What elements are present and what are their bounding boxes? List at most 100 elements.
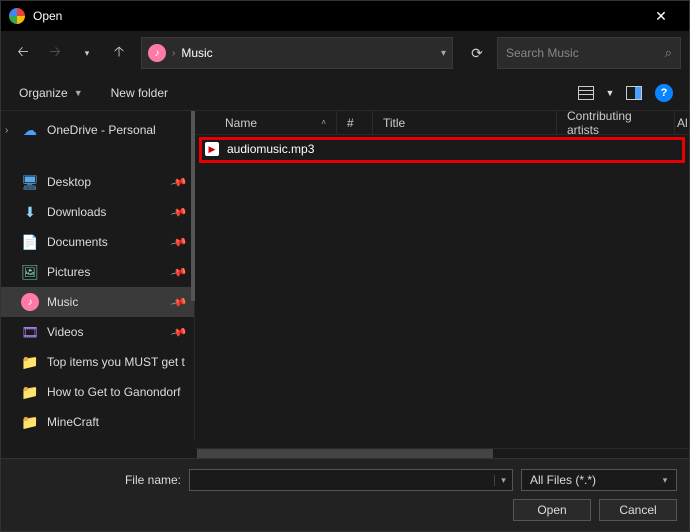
filename-combobox[interactable]: ▾ <box>189 469 513 491</box>
filename-row: File name: ▾ All Files (*.*) ▾ <box>13 469 677 491</box>
search-icon[interactable]: ⌕ <box>665 45 672 61</box>
new-folder-label: New folder <box>111 86 168 100</box>
refresh-button[interactable]: ⟳ <box>461 37 493 69</box>
column-artists[interactable]: Contributing artists <box>557 111 675 134</box>
column-clipped[interactable]: Al <box>675 111 689 134</box>
download-icon: ⬇ <box>21 203 39 221</box>
sidebar-item-label: How to Get to Ganondorf <box>47 385 186 399</box>
file-row[interactable]: ▶ audiomusic.mp3 <box>195 137 689 161</box>
pin-icon: 📌 <box>170 323 188 341</box>
column-headers: Name ˄ # Title Contributing artists Al <box>195 111 689 135</box>
back-button[interactable]: 🡠 <box>9 39 37 67</box>
pin-icon: 📌 <box>170 203 188 221</box>
recent-dropdown[interactable]: ▾ <box>73 39 101 67</box>
up-button[interactable]: 🡡 <box>105 39 133 67</box>
pictures-icon: 🖼 <box>21 263 39 281</box>
pin-icon: 📌 <box>170 293 188 311</box>
sidebar-gap <box>1 145 194 167</box>
navbar: 🡠 🡢 ▾ 🡡 ♪ › Music ▾ ⟳ ⌕ <box>1 31 689 75</box>
help-icon: ? <box>655 84 673 102</box>
preview-pane-button[interactable] <box>621 80 647 106</box>
forward-button[interactable]: 🡢 <box>41 39 69 67</box>
chevron-right-icon: › <box>172 48 175 59</box>
filename-dropdown[interactable]: ▾ <box>494 475 512 486</box>
column-title[interactable]: Title <box>373 111 557 134</box>
chrome-icon <box>9 8 25 24</box>
view-dropdown[interactable]: ▼ <box>603 80 617 106</box>
sidebar-item-label: MineCraft <box>47 415 186 429</box>
address-dropdown[interactable]: ▾ <box>441 48 446 59</box>
column-name[interactable]: Name ˄ <box>195 111 337 134</box>
pin-icon: 📌 <box>170 173 188 191</box>
sidebar: › ☁ OneDrive - Personal 🖥 Desktop 📌 ⬇ Do… <box>1 111 195 441</box>
sidebar-item-onedrive[interactable]: › ☁ OneDrive - Personal <box>1 115 194 145</box>
sidebar-item-label: Desktop <box>47 175 164 189</box>
pin-icon: 📌 <box>170 233 188 251</box>
new-folder-button[interactable]: New folder <box>105 82 174 104</box>
sidebar-item-documents[interactable]: 📄 Documents 📌 <box>1 227 194 257</box>
folder-icon: 📁 <box>21 413 39 431</box>
cloud-icon: ☁ <box>21 121 39 139</box>
music-icon: ♪ <box>21 293 39 311</box>
sidebar-item-pictures[interactable]: 🖼 Pictures 📌 <box>1 257 194 287</box>
sidebar-item-label: Music <box>47 295 164 309</box>
column-number[interactable]: # <box>337 111 373 134</box>
filename-label: File name: <box>13 473 181 487</box>
open-label: Open <box>537 503 566 517</box>
window-title: Open <box>33 9 641 23</box>
body: › ☁ OneDrive - Personal 🖥 Desktop 📌 ⬇ Do… <box>1 111 689 458</box>
open-button[interactable]: Open <box>513 499 591 521</box>
column-label: Title <box>383 116 405 130</box>
sidebar-item-music[interactable]: ♪ Music 📌 <box>1 287 194 317</box>
sidebar-item-label: Videos <box>47 325 164 339</box>
sidebar-item-label: OneDrive - Personal <box>47 123 186 137</box>
file-list[interactable]: ▶ audiomusic.mp3 <box>195 135 689 448</box>
sidebar-item-label: Top items you MUST get t <box>47 355 186 369</box>
cancel-label: Cancel <box>619 503 656 517</box>
help-button[interactable]: ? <box>651 80 677 106</box>
sidebar-item-folder[interactable]: 📁 How to Get to Ganondorf <box>1 377 194 407</box>
footer: File name: ▾ All Files (*.*) ▾ Open Canc… <box>1 458 689 531</box>
sidebar-item-videos[interactable]: 🎞 Videos 📌 <box>1 317 194 347</box>
column-label: Al <box>677 116 688 130</box>
file-pane: Name ˄ # Title Contributing artists Al <box>195 111 689 458</box>
sidebar-item-desktop[interactable]: 🖥 Desktop 📌 <box>1 167 194 197</box>
footer-buttons: Open Cancel <box>13 499 677 521</box>
filename-input[interactable] <box>190 473 494 487</box>
organize-label: Organize <box>19 86 68 100</box>
filetype-filter[interactable]: All Files (*.*) ▾ <box>521 469 677 491</box>
scrollbar-thumb[interactable] <box>197 449 493 458</box>
sort-asc-icon: ˄ <box>321 118 326 127</box>
pin-icon: 📌 <box>170 263 188 281</box>
open-dialog: Open ✕ 🡠 🡢 ▾ 🡡 ♪ › Music ▾ ⟳ ⌕ Organize … <box>0 0 690 532</box>
column-label: Contributing artists <box>567 109 664 137</box>
view-button[interactable] <box>573 80 599 106</box>
sidebar-item-folder[interactable]: 📁 MineCraft <box>1 407 194 437</box>
music-icon: ♪ <box>148 44 166 62</box>
folder-icon: 📁 <box>21 353 39 371</box>
list-view-icon <box>578 86 594 100</box>
sidebar-wrap: › ☁ OneDrive - Personal 🖥 Desktop 📌 ⬇ Do… <box>1 111 195 458</box>
document-icon: 📄 <box>21 233 39 251</box>
sidebar-item-label: Documents <box>47 235 164 249</box>
sidebar-item-folder[interactable]: 📁 Top items you MUST get t <box>1 347 194 377</box>
filter-dropdown[interactable]: ▾ <box>656 475 674 486</box>
horizontal-scrollbar[interactable] <box>195 448 689 458</box>
search-input[interactable] <box>506 46 665 60</box>
address-bar[interactable]: ♪ › Music ▾ <box>141 37 453 69</box>
expand-icon[interactable]: › <box>5 125 8 136</box>
close-button[interactable]: ✕ <box>641 1 681 31</box>
sidebar-item-label: Downloads <box>47 205 164 219</box>
column-label: # <box>347 116 354 130</box>
sidebar-item-downloads[interactable]: ⬇ Downloads 📌 <box>1 197 194 227</box>
folder-icon: 📁 <box>21 383 39 401</box>
file-name: audiomusic.mp3 <box>227 142 314 156</box>
column-label: Name <box>225 116 257 130</box>
toolbar: Organize ▼ New folder ▼ ? <box>1 75 689 111</box>
organize-button[interactable]: Organize ▼ <box>13 82 89 104</box>
breadcrumb-location[interactable]: Music <box>181 46 212 60</box>
cancel-button[interactable]: Cancel <box>599 499 677 521</box>
titlebar: Open ✕ <box>1 1 689 31</box>
search-box[interactable]: ⌕ <box>497 37 681 69</box>
sidebar-item-label: Pictures <box>47 265 164 279</box>
